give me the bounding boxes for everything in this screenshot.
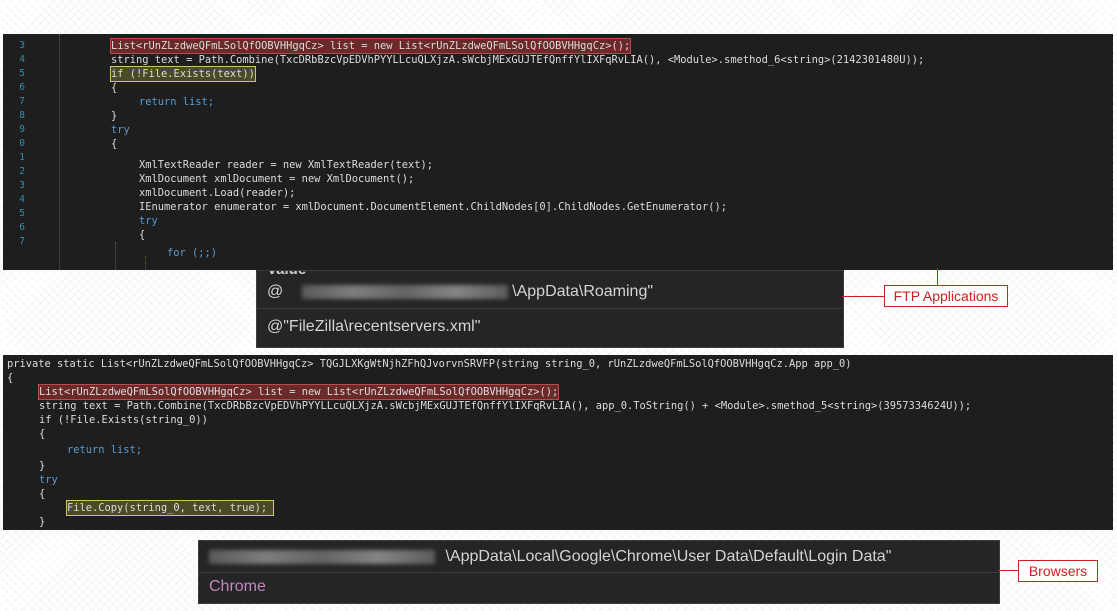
connector-line — [842, 296, 884, 297]
redacted-username — [301, 284, 508, 299]
indent-guide — [115, 242, 116, 270]
code-line: { — [39, 488, 46, 500]
line-number: 4 — [19, 54, 25, 65]
chrome-label: Chrome — [209, 578, 266, 595]
code-line-for: for (;;) — [167, 247, 218, 259]
indent-guide — [145, 256, 146, 270]
line-number: 8 — [19, 110, 25, 121]
line-number: 6 — [19, 82, 25, 93]
line-number: 6 — [19, 222, 25, 233]
code-panel-bottom: private static List<rUnZLzdweQFmLSolQfOO… — [3, 355, 1113, 530]
code-line-load: xmlDocument.Load(reader); — [139, 187, 296, 199]
code-line-list-declaration: List<rUnZLzdweQFmLSolQfOOBVHHgqCz> list … — [109, 38, 632, 54]
path-prefix: @ — [267, 283, 284, 300]
line-number: 5 — [19, 68, 25, 79]
code-line-try: try — [111, 124, 130, 136]
code-line: { — [7, 372, 14, 384]
line-number: 4 — [19, 194, 25, 205]
code-panel-top: 3 4 5 6 7 8 9 0 1 2 3 4 5 6 7 List<rUnZL… — [3, 34, 1113, 270]
code-line-xmldocument: XmlDocument xmlDocument = new XmlDocumen… — [139, 173, 415, 185]
code-line-xmltextreader: XmlTextReader reader = new XmlTextReader… — [139, 159, 434, 171]
code-line-list-declaration: List<rUnZLzdweQFmLSolQfOOBVHHgqCz> list … — [37, 384, 560, 400]
code-line: { — [139, 229, 146, 241]
path-suffix: \AppData\Local\Google\Chrome\User Data\D… — [445, 548, 892, 565]
code-line-try: try — [39, 474, 58, 486]
browsers-label: Browsers — [1018, 560, 1098, 582]
code-line: } — [39, 460, 46, 472]
code-line: } — [111, 110, 118, 122]
connector-line — [998, 570, 1018, 571]
popup-divider — [257, 308, 843, 309]
line-number: 3 — [19, 180, 25, 191]
line-number: 2 — [19, 166, 25, 177]
indent-guide — [59, 34, 60, 270]
code-line-file-exists: if (!File.Exists(string_0)) — [39, 414, 208, 426]
code-line: { — [111, 82, 118, 94]
line-number: 5 — [19, 208, 25, 219]
ftp-applications-label: FTP Applications — [884, 285, 1008, 307]
line-number: 7 — [19, 236, 25, 247]
code-line-return: return list; — [139, 96, 215, 108]
ftp-path-popup: Value @ \AppData\Roaming" @"FileZilla\re… — [256, 270, 844, 348]
filezilla-path: @"FileZilla\recentservers.xml" — [267, 318, 481, 335]
method-signature: private static List<rUnZLzdweQFmLSolQfOO… — [7, 358, 852, 370]
line-number: 0 — [19, 138, 25, 149]
line-number: 9 — [19, 124, 25, 135]
redacted-username — [209, 549, 435, 564]
ftp-appdata-path: @ \AppData\Roaming" — [267, 283, 653, 301]
line-number: 7 — [19, 96, 25, 107]
browser-path-popup: \AppData\Local\Google\Chrome\User Data\D… — [198, 540, 1000, 604]
code-line: { — [39, 428, 46, 440]
code-line-enumerator: IEnumerator enumerator = xmlDocument.Doc… — [139, 201, 728, 213]
code-line-return: return list; — [67, 444, 143, 456]
chrome-login-data-path: \AppData\Local\Google\Chrome\User Data\D… — [209, 548, 891, 566]
line-number: 3 — [19, 40, 25, 51]
popup-divider — [199, 572, 999, 573]
code-line: { — [111, 138, 118, 150]
code-line: } — [39, 516, 46, 528]
code-line-path-combine: string text = Path.Combine(TxcDRbBzcVpED… — [39, 400, 972, 412]
code-line-path-combine: string text = Path.Combine(TxcDRbBzcVpED… — [111, 54, 925, 66]
line-number: 1 — [19, 152, 25, 163]
popup-header: Value — [267, 271, 306, 278]
code-line-try: try — [139, 215, 158, 227]
code-line-file-copy: File.Copy(string_0, text, true); — [65, 500, 275, 516]
code-line-file-exists: if (!File.Exists(text)) — [110, 66, 256, 82]
path-suffix: \AppData\Roaming" — [512, 283, 654, 300]
